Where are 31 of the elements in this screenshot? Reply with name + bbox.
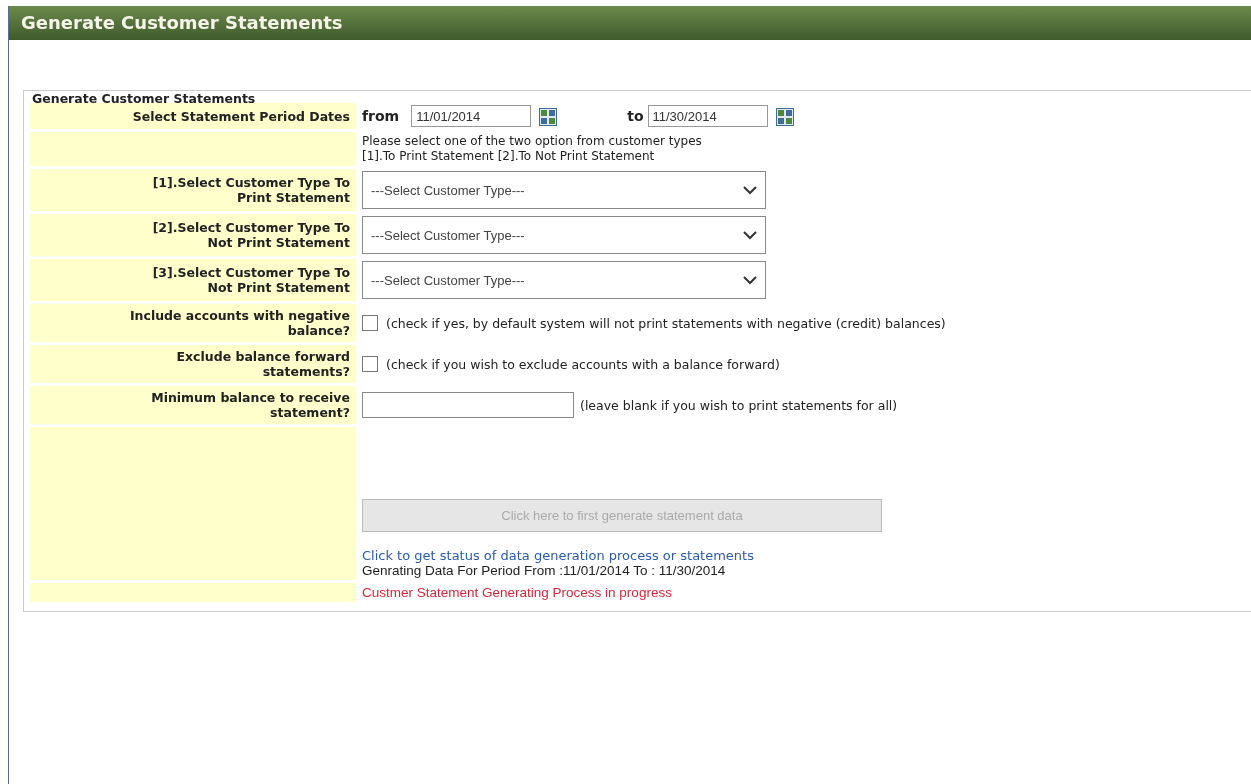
chevron-down-icon	[743, 275, 757, 285]
field-label: Include accounts with negative balance?	[30, 304, 356, 342]
checkbox[interactable]	[362, 356, 378, 372]
field-label: [2].Select Customer Type To Not Print Statement	[30, 214, 356, 256]
customer-type-dropdown[interactable]: ---Select Customer Type---	[362, 216, 766, 254]
from-label: from	[362, 107, 400, 124]
chevron-down-icon	[743, 185, 757, 195]
field-label: [1].Select Customer Type To Print Statement	[30, 169, 356, 211]
customer-type-dropdown[interactable]: ---Select Customer Type---	[362, 171, 766, 209]
date-field[interactable]: 11/01/2014	[411, 105, 532, 127]
date-field[interactable]: 11/30/2014	[647, 105, 768, 127]
status-link[interactable]: Click to get status of data generation process or statements	[362, 548, 946, 563]
hint-text: (check if yes, by default system will not print statements with negative (credit) balances)	[386, 315, 946, 331]
field-label: Exclude balance forward statements?	[30, 345, 356, 383]
field-label: [3].Select Customer Type To Not Print Statement	[30, 259, 356, 301]
checkbox[interactable]	[362, 315, 378, 331]
field-label: Minimum balance to receive statement?	[30, 386, 356, 424]
field-label: Select Statement Period Dates	[30, 103, 356, 129]
hint-text: (check if you wish to exclude accounts with a balance forward)	[386, 356, 780, 372]
to-label: to	[627, 107, 644, 124]
balance-field[interactable]	[362, 392, 574, 418]
calendar-icon[interactable]	[775, 108, 794, 126]
hint-text: (leave blank if you wish to print statements for all)	[580, 397, 898, 413]
section-legend: Generate Customer Statements	[28, 91, 260, 106]
progress-message: Custmer Statement Generating Process in progress	[362, 585, 672, 600]
instruction-text: Please select one of the two option from customer types [1].To Print Statement [2].To Not Print Statement	[362, 134, 703, 164]
calendar-icon[interactable]	[539, 108, 558, 126]
chevron-down-icon	[743, 230, 757, 240]
page-title: Generate Customer Statements	[9, 6, 1251, 40]
period-text: Genrating Data For Period From :11/01/2014 To : 11/30/2014	[362, 563, 727, 578]
customer-type-dropdown[interactable]: ---Select Customer Type---	[362, 261, 766, 299]
